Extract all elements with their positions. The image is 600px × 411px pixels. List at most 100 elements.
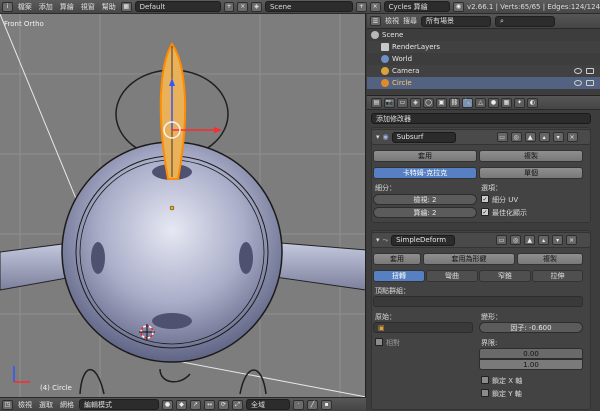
render-tab-icon[interactable]: 📷	[384, 97, 395, 108]
close-scene-icon[interactable]: ×	[369, 1, 381, 12]
properties-editor-icon[interactable]: ▤	[371, 97, 382, 108]
render-toggle-icon[interactable]: ◎	[510, 235, 522, 245]
render-camera-icon[interactable]	[586, 68, 594, 74]
screen-layout-icon[interactable]: ▦	[120, 1, 132, 12]
subsurf-apply-button[interactable]: 套用	[373, 150, 477, 162]
lock-y-checkbox[interactable]: ✓	[481, 389, 489, 397]
rotate-icon[interactable]: ⟳	[218, 399, 229, 410]
pivot-icon[interactable]: ◆	[176, 399, 187, 410]
vertex-group-field[interactable]	[373, 296, 583, 307]
viewport-scene[interactable]	[0, 14, 366, 397]
simpledeform-apply-button[interactable]: 套用	[373, 253, 421, 265]
collapse-arrow-icon[interactable]: ▾	[376, 236, 380, 244]
origin-object-field[interactable]: ▣	[373, 322, 473, 333]
move-down-icon[interactable]: ▾	[552, 132, 564, 142]
menu-select[interactable]: 選取	[37, 400, 55, 410]
apply-as-shape-button[interactable]: 套用為形鍵	[423, 253, 515, 265]
move-down-icon[interactable]: ▾	[552, 235, 564, 245]
limit-min-slider[interactable]: 0.00	[479, 348, 583, 359]
close-layout-icon[interactable]: ×	[237, 1, 249, 12]
outliner-search-menu[interactable]: 搜尋	[403, 16, 417, 26]
outliner-filter-selector[interactable]: 所有場景	[421, 15, 491, 27]
layout-selector[interactable]: Default	[134, 1, 221, 12]
scale-icon[interactable]: ⤢	[232, 399, 243, 410]
modifiers-tab-icon[interactable]: 🔧	[462, 97, 473, 108]
layers-tab-icon[interactable]: ▭	[397, 97, 408, 108]
optimal-display-checkbox[interactable]: ✓	[481, 208, 489, 216]
render-toggle-icon[interactable]: ◎	[510, 132, 522, 142]
add-scene-icon[interactable]: +	[356, 1, 367, 12]
info-editor-icon[interactable]: i	[2, 1, 13, 12]
render-levels-field[interactable]: 算繪: 2	[373, 207, 477, 218]
physics-tab-icon[interactable]: ◐	[527, 97, 538, 108]
collapse-arrow-icon[interactable]: ▾	[376, 133, 380, 141]
vertex-select-icon[interactable]: ·	[293, 399, 304, 410]
simple-subdiv-button[interactable]: 單個	[479, 167, 583, 179]
outliner-row-renderlayers[interactable]: RenderLayers	[367, 41, 600, 53]
orientation-selector[interactable]: 全域	[246, 399, 290, 410]
outliner-search-input[interactable]: ⌕	[495, 15, 555, 27]
particles-tab-icon[interactable]: ✦	[514, 97, 525, 108]
world-tab-icon[interactable]: ◯	[423, 97, 434, 108]
material-tab-icon[interactable]: ●	[488, 97, 499, 108]
mode-taper-button[interactable]: 窄錐	[479, 270, 531, 282]
menu-mesh[interactable]: 網格	[58, 400, 76, 410]
visibility-eye-icon[interactable]	[574, 80, 582, 86]
editmode-toggle-icon[interactable]: ▲	[524, 235, 536, 245]
optimal-display-label: 最佳化顯示	[492, 209, 527, 217]
remove-modifier-icon[interactable]: ×	[566, 132, 578, 142]
scene-tab-icon[interactable]: ◈	[410, 97, 421, 108]
menu-help[interactable]: 幫助	[100, 2, 118, 12]
face-select-icon[interactable]: ▪	[321, 399, 332, 410]
outliner-row-camera[interactable]: Camera	[367, 65, 600, 77]
subsurf-name-field[interactable]: Subsurf	[391, 131, 456, 143]
simpledeform-copy-button[interactable]: 複製	[517, 253, 583, 265]
subdiv-uv-checkbox[interactable]: ✓	[481, 195, 489, 203]
outliner-row-world[interactable]: World	[367, 53, 600, 65]
outliner-editor-icon[interactable]: ☰	[370, 16, 381, 26]
manipulator-icon[interactable]: ↗	[190, 399, 201, 410]
edge-select-icon[interactable]: ╱	[307, 399, 318, 410]
visibility-eye-icon[interactable]	[574, 68, 582, 74]
shading-icon[interactable]: ●	[162, 399, 173, 410]
factor-field[interactable]: 因子: -0.600	[479, 322, 583, 333]
lock-x-checkbox[interactable]: ✓	[481, 376, 489, 384]
realtime-toggle-icon[interactable]: ▭	[496, 132, 508, 142]
add-layout-icon[interactable]: +	[223, 1, 235, 12]
editor-type-icon[interactable]: ◳	[2, 399, 13, 410]
render-engine-selector[interactable]: Cycles 算繪	[383, 1, 451, 12]
mode-bend-button[interactable]: 彎曲	[426, 270, 478, 282]
mode-selector[interactable]: 編輯模式	[79, 399, 159, 410]
menu-view[interactable]: 檢視	[16, 400, 34, 410]
3d-viewport[interactable]: Front Ortho (4) Circle	[0, 14, 366, 397]
editmode-toggle-icon[interactable]: ▲	[524, 132, 536, 142]
menu-add[interactable]: 添加	[37, 2, 55, 12]
view-levels-field[interactable]: 檢視: 2	[373, 194, 477, 205]
outliner-row-scene[interactable]: Scene	[367, 29, 600, 41]
render-camera-icon[interactable]	[586, 80, 594, 86]
add-modifier-dropdown[interactable]: 添加修改器	[371, 113, 591, 124]
mode-twist-button[interactable]: 扭轉	[373, 270, 425, 282]
scene-selector[interactable]: Scene	[264, 1, 354, 12]
object-tab-icon[interactable]: ▣	[436, 97, 447, 108]
move-up-icon[interactable]: ▴	[538, 235, 550, 245]
outliner-view-menu[interactable]: 檢視	[385, 16, 399, 26]
menu-file[interactable]: 檔案	[16, 2, 34, 12]
remove-modifier-icon[interactable]: ×	[566, 235, 578, 245]
constraints-tab-icon[interactable]: ⛓	[449, 97, 460, 108]
simpledeform-name-field[interactable]: SimpleDeform	[391, 234, 456, 246]
menu-render[interactable]: 算繪	[58, 2, 76, 12]
mode-stretch-button[interactable]: 拉伸	[532, 270, 583, 282]
texture-tab-icon[interactable]: ▦	[501, 97, 512, 108]
limit-max-slider[interactable]: 1.00	[479, 359, 583, 370]
menu-window[interactable]: 視窗	[79, 2, 97, 12]
outliner-row-circle[interactable]: Circle	[367, 77, 600, 89]
catmull-clark-button[interactable]: 卡特姆-克拉克	[373, 167, 477, 179]
subsurf-copy-button[interactable]: 複製	[479, 150, 583, 162]
scene-icon[interactable]: ◈	[251, 1, 262, 12]
realtime-toggle-icon[interactable]: ▭	[496, 235, 508, 245]
data-tab-icon[interactable]: △	[475, 97, 486, 108]
relative-checkbox[interactable]: ✓	[375, 338, 383, 346]
translate-icon[interactable]: ↔	[204, 399, 215, 410]
move-up-icon[interactable]: ▴	[538, 132, 550, 142]
